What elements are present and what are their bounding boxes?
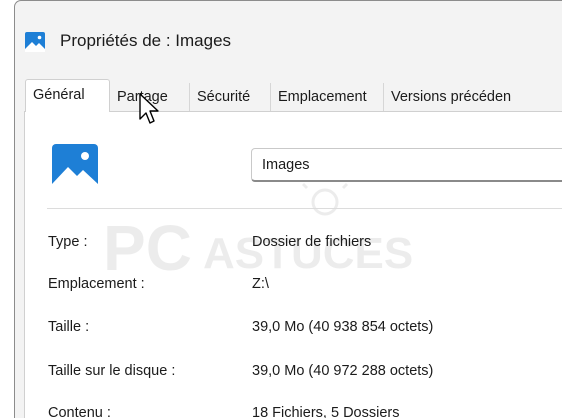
size-on-disk-label: Taille sur le disque : (48, 363, 176, 379)
properties-window: Propriétés de : Images Général Partage S… (14, 0, 562, 418)
size-label: Taille : (48, 319, 90, 335)
images-folder-icon (52, 144, 98, 190)
tab-previous-versions[interactable]: Versions précéden (384, 83, 562, 111)
location-value: Z:\ (252, 276, 269, 292)
type-value: Dossier de fichiers (252, 234, 372, 250)
tab-strip: Général Partage Sécurité Emplacement Ver… (15, 79, 562, 112)
separator (47, 208, 562, 209)
tab-general[interactable]: Général (25, 79, 110, 112)
pc-astuces-watermark-logo: PC ASTUCES (103, 178, 413, 284)
contents-label: Contenu : (48, 405, 111, 418)
contents-value: 18 Fichiers, 5 Dossiers (252, 405, 400, 418)
folder-name-input[interactable] (251, 148, 562, 182)
svg-text:PC: PC (103, 212, 192, 284)
location-label: Emplacement : (48, 276, 145, 292)
tab-location[interactable]: Emplacement (271, 83, 384, 111)
tab-security[interactable]: Sécurité (190, 83, 271, 111)
mouse-pointer-icon (139, 93, 159, 124)
title-bar[interactable]: Propriétés de : Images (15, 1, 562, 73)
window-title: Propriétés de : Images (60, 31, 232, 50)
size-on-disk-value: 39,0 Mo (40 972 288 octets) (252, 363, 434, 379)
general-panel: PC ASTUCES Type : Dossier de fichiers Em… (24, 111, 562, 418)
type-label: Type : (48, 234, 88, 250)
size-value: 39,0 Mo (40 938 854 octets) (252, 319, 434, 335)
images-folder-icon (25, 32, 45, 52)
